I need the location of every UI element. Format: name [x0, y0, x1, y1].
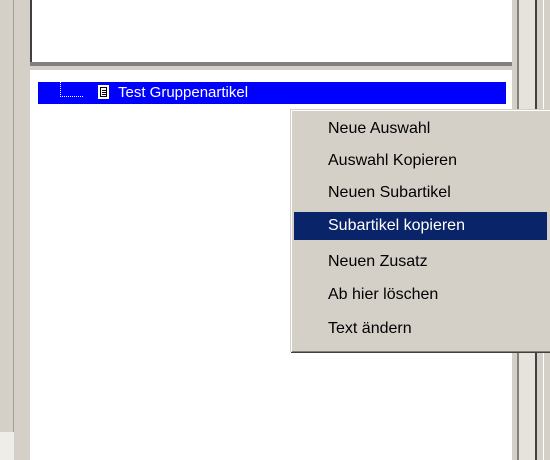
menu-item-neuen-zusatz[interactable]: Neuen Zusatz	[294, 248, 547, 276]
menu-item-neue-auswahl[interactable]: Neue Auswahl	[294, 115, 547, 143]
menu-item-ab-hier-loeschen[interactable]: Ab hier löschen	[294, 281, 547, 309]
tree-item-label: Test Gruppenartikel	[118, 84, 249, 101]
left-splitter-grip	[0, 432, 14, 460]
panel-divider[interactable]	[30, 62, 516, 66]
menu-item-neuen-subartikel[interactable]: Neuen Subartikel	[294, 179, 547, 207]
document-icon	[98, 85, 109, 99]
menu-item-auswahl-kopieren[interactable]: Auswahl Kopieren	[294, 147, 547, 175]
context-menu: Neue Auswahl Auswahl Kopieren Neuen Suba…	[290, 109, 550, 352]
tree-connector-line	[60, 82, 83, 97]
top-panel	[30, 0, 516, 66]
tree-item-selected[interactable]: Test Gruppenartikel	[38, 82, 506, 104]
menu-item-subartikel-kopieren[interactable]: Subartikel kopieren	[294, 212, 547, 240]
menu-item-text-aendern[interactable]: Text ändern	[294, 315, 547, 343]
left-splitter[interactable]	[0, 0, 14, 460]
